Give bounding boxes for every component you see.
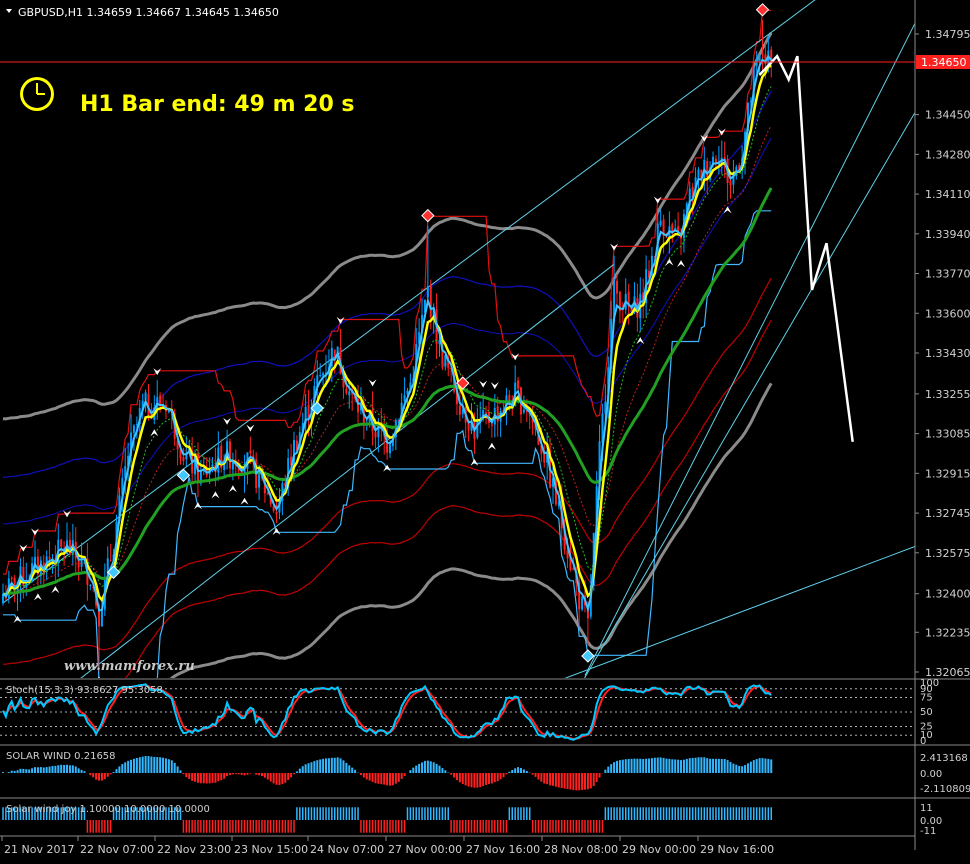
candle-body [659, 220, 662, 226]
price-tick-label: 1.34110 [925, 188, 970, 201]
symbol-line: GBPUSD,H1 1.34659 1.34667 1.34645 1.3465… [18, 6, 279, 19]
time-tick-label: 27 Nov 16:00 [466, 843, 540, 856]
candle-body [322, 373, 325, 376]
candle-body [467, 422, 470, 431]
price-tick-label: 1.34280 [925, 148, 970, 161]
candle-body [48, 556, 51, 559]
solar-wind-tick-label: 0.00 [920, 769, 942, 780]
candle-body [458, 405, 461, 415]
time-tick-label: 22 Nov 23:00 [157, 843, 231, 856]
candle-body [182, 457, 185, 462]
candle-body [490, 424, 493, 426]
candle-body [476, 420, 479, 438]
candle-body [89, 584, 92, 586]
candle-body [249, 450, 252, 454]
joy-tick-label: 11 [920, 803, 933, 814]
price-tick-label: 1.33255 [925, 388, 970, 401]
solar-wind-title: SOLAR WIND 0.21658 [6, 751, 116, 762]
stoch-tick-label: 75 [920, 693, 933, 704]
candle-body [543, 453, 546, 463]
candle-body [761, 53, 764, 55]
clock-icon [20, 77, 54, 111]
candle-body [374, 432, 377, 438]
price-tick-label: 1.33430 [925, 347, 970, 360]
candle-body [109, 560, 112, 562]
candle-body [426, 286, 429, 298]
chart-canvas[interactable]: GBPUSD,H1 1.34659 1.34667 1.34645 1.3465… [0, 0, 970, 864]
joy-tick-label: -11 [920, 826, 936, 837]
stoch-tick-label: 50 [920, 707, 933, 718]
candle-body [10, 577, 13, 579]
price-tick-label: 1.33940 [925, 228, 970, 241]
price-tick-label: 1.33770 [925, 268, 970, 281]
watermark: www.mamforex.ru [64, 659, 195, 674]
time-tick-label: 22 Nov 07:00 [80, 843, 154, 856]
candle-body [758, 54, 761, 62]
price-tick-label: 1.34795 [925, 28, 970, 41]
bar-end-timer: H1 Bar end: 49 m 20 s [80, 92, 355, 117]
candle-body [729, 180, 732, 186]
time-tick-label: 24 Nov 07:00 [310, 843, 384, 856]
candle-body [132, 425, 135, 433]
candle-body [275, 511, 278, 515]
time-tick-label: 23 Nov 15:00 [234, 843, 308, 856]
candle-body [403, 395, 406, 402]
candle-body [616, 280, 619, 294]
time-tick-label: 29 Nov 00:00 [622, 843, 696, 856]
price-tick-label: 1.32575 [925, 547, 970, 560]
price-tick-label: 1.33600 [925, 307, 970, 320]
price-tag: 1.34650 [921, 56, 967, 69]
solar-wind-tick-label: -2.110809 [920, 784, 970, 795]
time-tick-label: 28 Nov 08:00 [544, 843, 618, 856]
candle-body [389, 444, 392, 454]
stoch-title: Stoch(15,3,3) 93.8627 95.3058 [6, 685, 163, 696]
price-tick-label: 1.32235 [925, 626, 970, 639]
candle-body [100, 609, 103, 627]
candle-body [485, 412, 488, 414]
chart-background [0, 0, 970, 864]
time-tick-label: 21 Nov 2017 [4, 843, 74, 856]
candle-body [231, 462, 234, 470]
price-tick-label: 1.33085 [925, 428, 970, 441]
candle-body [319, 375, 322, 377]
candle-body [665, 236, 668, 238]
candle-body [697, 169, 700, 178]
time-tick-label: 27 Nov 00:00 [388, 843, 462, 856]
price-tick-label: 1.32745 [925, 507, 970, 520]
price-tick-label: 1.34450 [925, 109, 970, 122]
price-tick-label: 1.32915 [925, 467, 970, 480]
time-tick-label: 29 Nov 16:00 [700, 843, 774, 856]
solar-wind-tick-label: 2.413168 [920, 753, 968, 764]
candle-body [345, 388, 348, 394]
candle-body [517, 380, 520, 389]
candle-body [522, 409, 525, 413]
solar-wind-joy-title: Solar wind joy 1.10000 10.0000 10.0000 [6, 804, 210, 815]
candle-body [581, 597, 584, 610]
candle-body [429, 284, 432, 317]
candle-body [348, 391, 351, 396]
candle-body [755, 62, 758, 66]
candle-body [60, 539, 63, 547]
price-tick-label: 1.32400 [925, 588, 970, 601]
